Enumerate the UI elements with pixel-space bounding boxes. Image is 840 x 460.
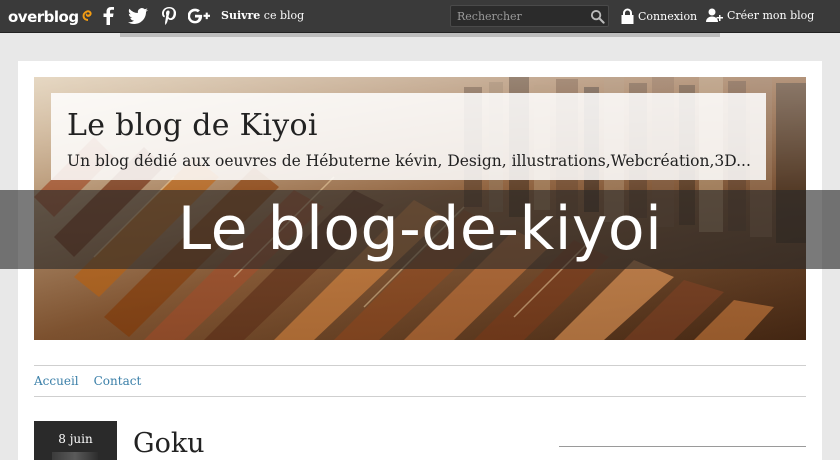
topbar-underline [120, 33, 720, 37]
main-nav: Accueil Contact [34, 374, 141, 388]
blog-title[interactable]: Le blog de Kiyoi [67, 108, 318, 143]
blog-subtitle: Un blog dédié aux oeuvres de Hébuterne k… [67, 152, 751, 170]
nav-divider-bottom [34, 396, 806, 397]
logo-text: overblog [8, 8, 79, 26]
post-title[interactable]: Goku [133, 428, 205, 459]
facebook-icon[interactable] [96, 4, 120, 28]
create-blog-label: Créer mon blog [727, 9, 815, 22]
nav-item-accueil[interactable]: Accueil [34, 374, 79, 388]
pinterest-icon[interactable] [157, 4, 181, 28]
google-plus-icon[interactable] [187, 4, 211, 28]
follow-bold: Suivre [221, 9, 261, 22]
add-user-icon [706, 8, 723, 22]
twitter-icon[interactable] [126, 4, 150, 28]
login-link[interactable]: Connexion [621, 8, 697, 24]
create-blog-link[interactable]: Créer mon blog [706, 8, 814, 23]
logo-swirl-icon [82, 10, 92, 21]
post-thumbnail[interactable] [52, 452, 98, 460]
follow-blog-link[interactable]: Suivre ce blog [221, 9, 304, 22]
overlay-title: Le blog-de-kiyoi [177, 194, 663, 264]
search-box [450, 5, 609, 27]
follow-rest: ce blog [260, 9, 305, 22]
overblog-logo[interactable]: overblog [8, 6, 96, 28]
lock-icon [621, 8, 634, 24]
nav-divider-top [34, 365, 806, 366]
search-icon[interactable] [590, 9, 605, 24]
nav-item-contact[interactable]: Contact [94, 374, 142, 388]
login-label: Connexion [638, 9, 698, 23]
overblog-topbar: overblog Suivre ce blog Connexion Créer … [0, 0, 840, 33]
search-input[interactable] [451, 6, 586, 26]
sidebar-divider [559, 446, 806, 447]
post-date: 8 juin [58, 432, 93, 446]
